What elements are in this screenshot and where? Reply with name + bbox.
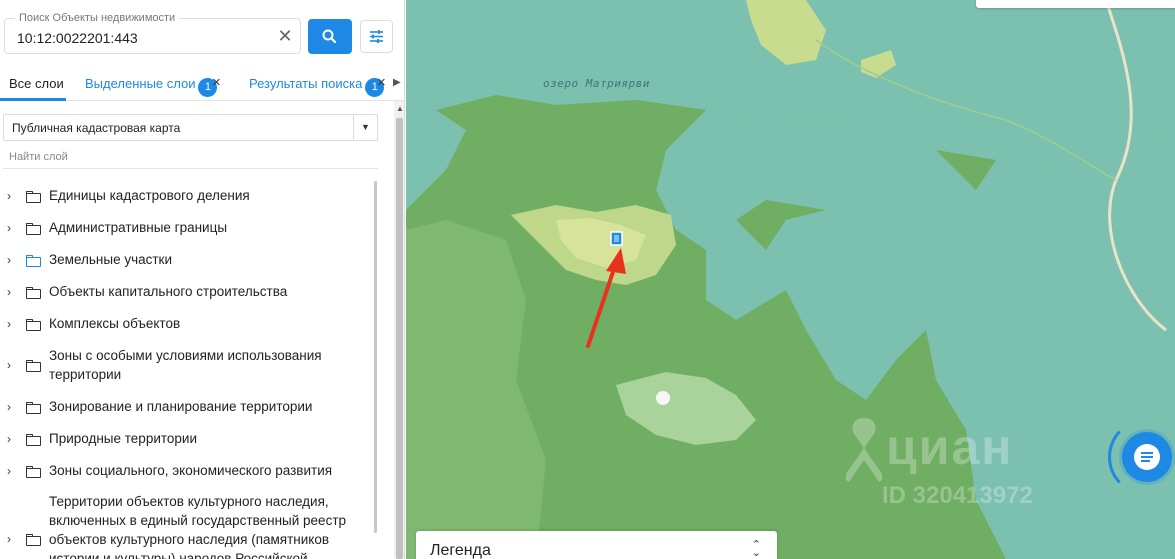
folder-icon bbox=[26, 255, 42, 267]
location-pin-icon bbox=[846, 418, 882, 482]
chevron-right-icon: › bbox=[7, 358, 11, 372]
layer-label: Объекты капитального строительства bbox=[49, 284, 288, 299]
chevron-right-icon: › bbox=[7, 432, 11, 446]
search-field[interactable]: Поиск Объекты недвижимости 10:12:0022201… bbox=[4, 12, 301, 54]
layer-item[interactable]: › Земельные участки bbox=[0, 250, 378, 272]
legend-panel[interactable]: Легенда ⌃ ⌄ bbox=[416, 531, 777, 559]
scroll-up-icon[interactable]: ▲ bbox=[396, 104, 404, 113]
layer-item[interactable]: › Территории объектов культурного наслед… bbox=[0, 492, 378, 559]
search-input[interactable]: 10:12:0022201:443 bbox=[17, 30, 138, 46]
folder-icon bbox=[26, 191, 42, 203]
lake-label: озеро Матриярви bbox=[543, 77, 650, 90]
layer-item[interactable]: › Административные границы bbox=[0, 218, 378, 240]
sidebar: Поиск Объекты недвижимости 10:12:0022201… bbox=[0, 0, 405, 559]
layer-item[interactable]: › Единицы кадастрового деления bbox=[0, 186, 378, 208]
layer-item[interactable]: › Зонирование и планирование территории bbox=[0, 397, 378, 419]
layer-label: Природные территории bbox=[49, 431, 197, 446]
filter-button[interactable] bbox=[360, 20, 393, 53]
tabs-scroll-right-icon[interactable]: ▶ bbox=[393, 77, 401, 88]
chat-button[interactable] bbox=[1122, 432, 1172, 482]
tab-results-label: Результаты поиска bbox=[249, 76, 363, 91]
layer-label: Зоны социального, экономического развити… bbox=[49, 463, 333, 478]
layer-label: Зоны с особыми условиями использования т… bbox=[49, 348, 322, 382]
chevron-right-icon: › bbox=[7, 285, 11, 299]
red-arrow-icon bbox=[586, 248, 626, 348]
chevron-right-icon: › bbox=[7, 464, 11, 478]
folder-icon bbox=[26, 434, 42, 446]
layer-label: Земельные участки bbox=[49, 252, 173, 267]
tab-selected-layers[interactable]: Выделенные слои 1 bbox=[85, 76, 218, 97]
layer-item[interactable]: › Объекты капитального строительства bbox=[0, 282, 378, 304]
folder-icon bbox=[26, 319, 42, 331]
folder-icon bbox=[26, 360, 42, 372]
layer-label: Комплексы объектов bbox=[49, 316, 181, 331]
close-results-tab-icon[interactable]: × bbox=[377, 74, 386, 91]
map-type-value: Публичная кадастровая карта bbox=[12, 121, 181, 135]
chevron-right-icon: › bbox=[7, 253, 11, 267]
map-type-select[interactable]: Публичная кадастровая карта ▼ bbox=[3, 114, 378, 141]
tab-search-results[interactable]: Результаты поиска 1 bbox=[249, 76, 385, 97]
folder-icon bbox=[26, 466, 42, 478]
layer-item[interactable]: › Зоны социального, экономического разви… bbox=[0, 461, 378, 483]
panel-scroll-thumb[interactable] bbox=[396, 118, 403, 559]
tab-all-layers[interactable]: Все слои bbox=[9, 76, 64, 91]
sliders-icon bbox=[370, 30, 383, 43]
active-tab-indicator bbox=[0, 98, 66, 101]
layer-label: Территории объектов культурного наследия… bbox=[49, 494, 347, 559]
close-selected-tab-icon[interactable]: × bbox=[212, 74, 221, 91]
chat-icon bbox=[1134, 444, 1160, 470]
map-terrain bbox=[406, 0, 1175, 559]
caret-down-icon: ▼ bbox=[353, 115, 377, 140]
legend-title: Легенда bbox=[430, 542, 491, 559]
layer-tabs: Все слои Выделенные слои 1 × Результаты п… bbox=[0, 68, 404, 101]
layer-label: Административные границы bbox=[49, 220, 228, 235]
chevron-right-icon: › bbox=[7, 189, 11, 203]
map-canvas[interactable]: озеро Матриярви циан ID 320413972 Легенд… bbox=[406, 0, 1175, 559]
tab-selected-label: Выделенные слои bbox=[85, 76, 196, 91]
layer-item[interactable]: › Зоны с особыми условиями использования… bbox=[0, 346, 378, 386]
watermark-id: ID 320413972 bbox=[882, 482, 1033, 509]
layer-label: Зонирование и планирование территории bbox=[49, 399, 313, 414]
search-label: Поиск Объекты недвижимости bbox=[15, 12, 180, 24]
layer-label: Единицы кадастрового деления bbox=[49, 188, 250, 203]
chevron-right-icon: › bbox=[7, 221, 11, 235]
watermark-brand: циан bbox=[886, 419, 1014, 475]
layer-search-input[interactable]: Найти слой bbox=[3, 145, 378, 169]
folder-icon bbox=[26, 287, 42, 299]
layer-item[interactable]: › Комплексы объектов bbox=[0, 314, 378, 336]
clear-icon[interactable]: ✕ bbox=[276, 27, 294, 45]
folder-icon bbox=[26, 534, 42, 546]
layer-item[interactable]: › Природные территории bbox=[0, 429, 378, 451]
search-button[interactable] bbox=[308, 19, 352, 54]
map-top-widget[interactable] bbox=[976, 0, 1175, 8]
chevron-right-icon: › bbox=[7, 317, 11, 331]
folder-icon bbox=[26, 223, 42, 235]
expand-collapse-icon: ⌃ ⌄ bbox=[751, 539, 761, 559]
search-icon bbox=[322, 29, 337, 44]
chevron-right-icon: › bbox=[7, 532, 11, 546]
folder-icon bbox=[26, 402, 42, 414]
chevron-right-icon: › bbox=[7, 400, 11, 414]
